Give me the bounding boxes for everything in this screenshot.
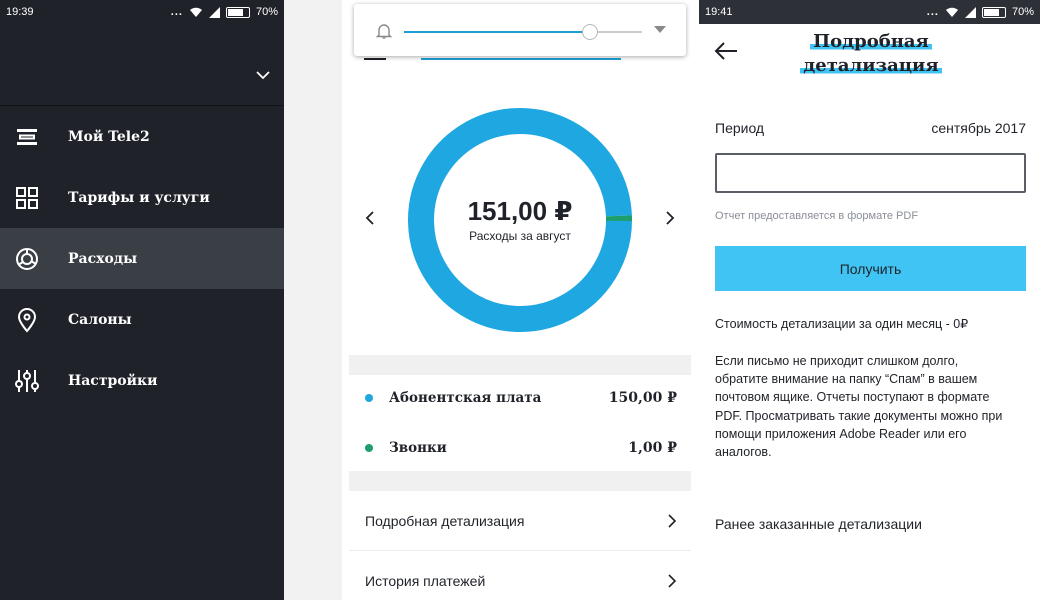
menu-item-label: Расходы [68,250,138,267]
cost-text: Стоимость детализации за один месяц - 0₽ [715,317,969,331]
email-field[interactable] [715,153,1026,193]
prev-month-arrow-icon[interactable] [363,210,377,226]
info-text: Если письмо не приходит слишком долго, о… [715,354,1003,460]
link-payment-history[interactable]: История платежей [349,551,691,600]
menu-item-salons[interactable]: Салоны [0,289,284,350]
sliders-icon [15,369,39,392]
period-selector[interactable]: сентябрь 2017 [931,120,1026,136]
expense-name: Абонентская плата [389,390,542,406]
brightness-slider[interactable] [404,24,642,40]
chevron-right-icon [668,573,677,588]
menu-item-expenses[interactable]: Расходы [0,228,284,289]
pie-chart-icon [16,247,38,270]
get-report-button[interactable]: Получить [715,246,1026,291]
wifi-icon [945,7,958,17]
status-time: 19:41 [705,6,733,18]
location-pin-icon [17,307,37,333]
total-amount-caption: Расходы за август [469,229,571,243]
page-title: Подробная детализация [791,30,951,78]
expense-name: Звонки [389,440,447,456]
expense-row: Абонентская плата 150,00 ₽ [349,376,691,420]
bell-icon[interactable] [376,22,392,40]
status-bar: 19:41 ... 70% [699,0,1040,24]
menu-header [0,24,284,106]
format-hint: Отчет предоставляется в формате PDF [715,210,919,222]
notification-dots-icon: ... [170,6,183,18]
menu-item-label: Мой Tele2 [68,128,150,145]
menu-item-label: Тарифы и услуги [68,189,210,206]
signal-icon [964,6,976,18]
detalization-screen: 19:41 ... 70% Подробная детализация Пери… [699,0,1040,600]
section-divider [349,471,691,491]
menu-item-my-tele2[interactable]: Мой Tele2 [0,106,284,167]
page-title-line: детализация [800,55,942,76]
menu-icon[interactable] [364,58,386,60]
link-label: История платежей [365,572,486,589]
link-label: Подробная детализация [365,512,525,529]
tele2-logo-icon [17,128,37,145]
status-bar: 19:39 ... 70% [0,0,284,24]
brightness-panel [354,4,686,56]
tab-underline [421,58,621,60]
brightness-slider-fill [404,31,590,33]
total-amount: 151,00 ₽ [467,196,573,226]
previous-reports-link[interactable]: Ранее заказанные детализации [715,516,922,532]
menu-screen: 19:39 ... 70% Мой Tele2 Тарифы и услуги [0,0,284,600]
battery-level: 70% [255,6,278,18]
next-month-arrow-icon[interactable] [663,210,677,226]
series-dot-icon [365,444,373,452]
chevron-right-icon [668,513,677,528]
series-dot-icon [365,394,373,402]
menu-item-label: Салоны [68,311,132,328]
expand-down-icon[interactable] [654,26,666,33]
battery-level: 70% [1011,6,1034,18]
menu-item-settings[interactable]: Настройки [0,350,284,411]
battery-icon [225,6,250,18]
page-title-line: Подробная [810,31,932,52]
menu-item-label: Настройки [68,372,158,389]
notification-dots-icon: ... [926,6,939,18]
signal-icon [208,6,220,18]
back-arrow-icon[interactable] [713,40,739,62]
menu-item-tariffs[interactable]: Тарифы и услуги [0,167,284,228]
expense-value: 150,00 ₽ [608,390,677,406]
expenses-screen: 151,00 ₽ Расходы за август Абонентская п… [349,0,691,600]
background-content-sliver [284,0,342,600]
status-time: 19:39 [6,6,34,18]
expense-row: Звонки 1,00 ₽ [349,426,691,470]
battery-icon [981,6,1006,18]
expense-value: 1,00 ₽ [628,440,677,456]
period-label: Период [715,120,765,136]
wifi-icon [189,7,202,17]
grid-icon [16,186,38,209]
chevron-down-icon[interactable] [256,68,270,82]
link-detailed-report[interactable]: Подробная детализация [349,491,691,551]
section-divider [349,355,691,375]
brightness-slider-handle[interactable] [581,24,598,40]
